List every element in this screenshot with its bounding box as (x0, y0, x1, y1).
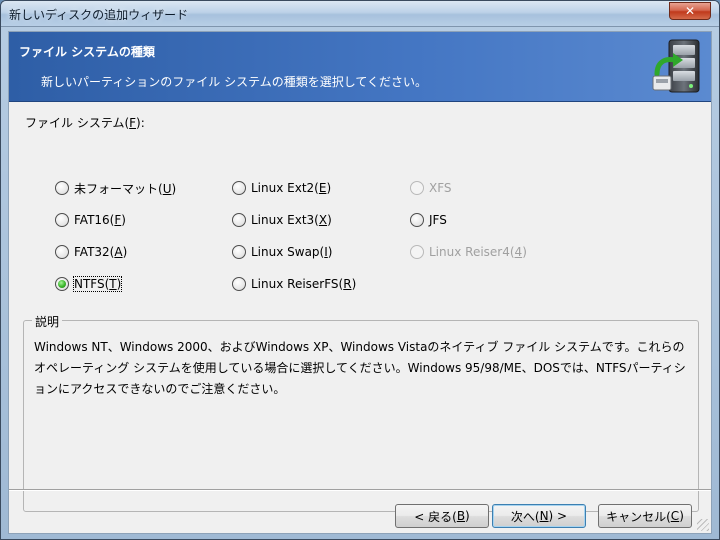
radio-label: FAT32(A) (74, 245, 128, 259)
title-bar[interactable]: 新しいディスクの追加ウィザード ✕ (1, 1, 719, 27)
radio-linux-reiser4: Linux Reiser4(4) (410, 243, 527, 261)
radio-circle[interactable] (232, 245, 246, 259)
description-text: Windows NT、Windows 2000、およびWindows XP、Wi… (34, 340, 686, 396)
radio-fat16[interactable]: FAT16(F) (55, 211, 126, 229)
radio-unformatted[interactable]: 未フォーマット(U) (55, 179, 176, 197)
radio-circle[interactable] (410, 213, 424, 227)
footer-divider (9, 489, 711, 491)
close-button[interactable]: ✕ (669, 2, 711, 20)
wizard-client: ファイル システムの種類 新しいパーティションのファイル システムの種類を選択し… (8, 31, 712, 534)
wizard-body: ファイル システム(F): 未フォーマット(U) FAT16(F) FAT32(… (9, 103, 711, 512)
radio-label: Linux Ext2(E) (251, 181, 332, 195)
radio-circle[interactable] (232, 181, 246, 195)
radio-circle[interactable] (55, 213, 69, 227)
wizard-header: ファイル システムの種類 新しいパーティションのファイル システムの種類を選択し… (9, 32, 711, 102)
description-title: 説明 (32, 313, 63, 330)
resize-grip[interactable] (697, 519, 709, 531)
description-group: 説明 Windows NT、Windows 2000、およびWindows XP… (23, 313, 699, 512)
radio-xfs: XFS (410, 179, 452, 197)
header-subtitle: 新しいパーティションのファイル システムの種類を選択してください。 (41, 75, 428, 89)
radio-label: Linux Swap(I) (251, 245, 333, 259)
radio-fat32[interactable]: FAT32(A) (55, 243, 127, 261)
window-title: 新しいディスクの追加ウィザード (9, 8, 189, 22)
radio-linux-ext2[interactable]: Linux Ext2(E) (232, 179, 331, 197)
server-disk-icon (652, 39, 700, 93)
wizard-window: 新しいディスクの追加ウィザード ✕ ファイル システムの種類 新しいパーティショ… (0, 0, 720, 540)
radio-label: XFS (429, 181, 452, 195)
radio-linux-reiserfs[interactable]: Linux ReiserFS(R) (232, 275, 356, 293)
radio-linux-ext3[interactable]: Linux Ext3(X) (232, 211, 332, 229)
radio-circle (410, 245, 424, 259)
radio-circle[interactable] (232, 213, 246, 227)
radio-label: NTFS(T) (72, 276, 123, 292)
radio-linux-swap[interactable]: Linux Swap(I) (232, 243, 332, 261)
radio-jfs[interactable]: JFS (410, 211, 447, 229)
radio-circle[interactable] (55, 277, 69, 291)
radio-circle[interactable] (55, 245, 69, 259)
radio-label: Linux Ext3(X) (251, 213, 332, 227)
cancel-button[interactable]: キャンセル(C) (598, 504, 692, 528)
header-title: ファイル システムの種類 (19, 45, 155, 59)
radio-circle[interactable] (232, 277, 246, 291)
filesystem-label: ファイル システム(F): (25, 116, 145, 130)
close-icon: ✕ (684, 4, 696, 18)
radio-label: FAT16(F) (74, 213, 126, 227)
radio-label: Linux Reiser4(4) (429, 245, 527, 259)
radio-circle (410, 181, 424, 195)
radio-label: 未フォーマット(U) (74, 181, 177, 196)
radio-label: JFS (429, 213, 447, 227)
back-button[interactable]: < 戻る(B) (395, 504, 489, 528)
radio-label: Linux ReiserFS(R) (251, 277, 357, 291)
radio-circle[interactable] (55, 181, 69, 195)
radio-ntfs[interactable]: NTFS(T) (55, 275, 123, 293)
next-button[interactable]: 次へ(N) > (492, 504, 586, 528)
